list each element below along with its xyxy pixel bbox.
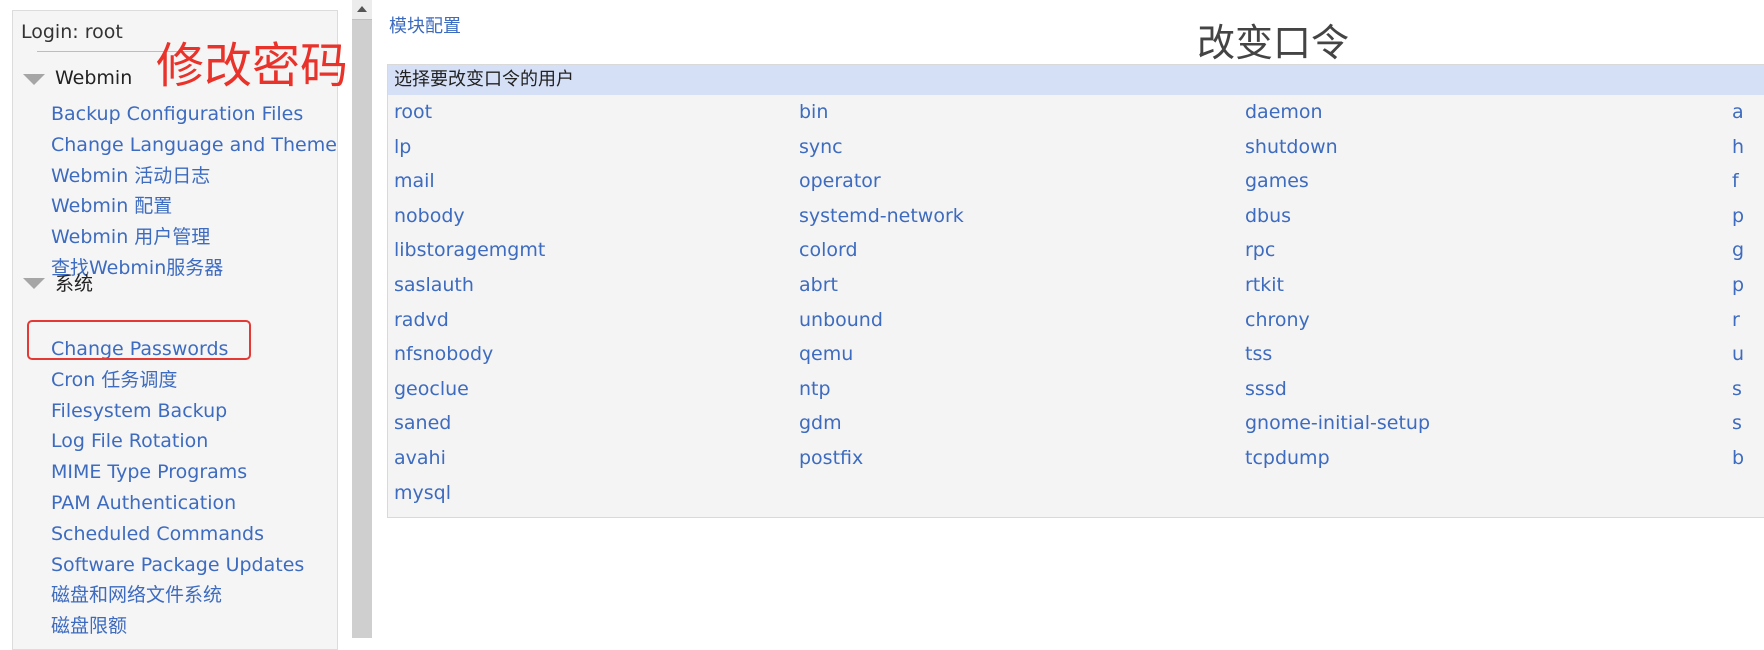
user-link-truncated[interactable]: g [1732,233,1744,268]
user-link-nobody[interactable]: nobody [394,199,465,234]
user-link-colord[interactable]: colord [799,233,858,268]
webmin-nav-list: Backup Configuration Files Change Languag… [51,99,337,284]
user-link-geoclue[interactable]: geoclue [394,372,469,407]
nav-item-item-9[interactable]: 磁盘限额 [51,611,304,642]
user-link-tss[interactable]: tss [1245,337,1272,372]
nav-item-webmin[interactable]: 查找Webmin服务器 [51,253,337,284]
user-link-truncated[interactable]: p [1732,268,1744,303]
user-link-truncated[interactable]: u [1732,337,1744,372]
user-link-bin[interactable]: bin [799,95,828,130]
user-link-qemu[interactable]: qemu [799,337,853,372]
module-config-link[interactable]: 模块配置 [389,12,461,38]
user-link-truncated[interactable]: s [1732,372,1742,407]
nav-item-change-language-and-theme[interactable]: Change Language and Theme [51,130,337,161]
collapse-triangle-icon [23,278,45,289]
user-link-truncated[interactable]: b [1732,441,1744,476]
user-link-saned[interactable]: saned [394,406,451,441]
user-link-saslauth[interactable]: saslauth [394,268,474,303]
section-title: 系统 [55,273,94,295]
user-link-mail[interactable]: mail [394,164,435,199]
system-nav-list: Change Passwords Cron 任务调度 Filesystem Back… [51,334,304,642]
user-link-lp[interactable]: lp [394,130,411,165]
user-link-games[interactable]: games [1245,164,1309,199]
nav-item-cron[interactable]: Cron 任务调度 [51,365,304,396]
user-link-dbus[interactable]: dbus [1245,199,1291,234]
user-link-tcpdump[interactable]: tcpdump [1245,441,1330,476]
nav-item-webmin[interactable]: Webmin 配置 [51,191,337,222]
login-label: Login: root [21,21,123,43]
nav-item-pam-authentication[interactable]: PAM Authentication [51,488,304,519]
user-link-libstoragemgmt[interactable]: libstoragemgmt [394,233,545,268]
nav-item-item-8[interactable]: 磁盘和网络文件系统 [51,580,304,611]
section-header-system[interactable]: 系统 [23,269,93,296]
user-link-rpc[interactable]: rpc [1245,233,1275,268]
table-header: 选择要改变口令的用户 [388,65,1764,95]
annotation-change-password: 修改密码 [156,38,349,94]
user-link-operator[interactable]: operator [799,164,881,199]
nav-item-log-file-rotation[interactable]: Log File Rotation [51,426,304,457]
nav-item-mime-type-programs[interactable]: MIME Type Programs [51,457,304,488]
page-title: 改变口令 [1197,21,1350,65]
user-link-unbound[interactable]: unbound [799,303,883,338]
user-link-truncated[interactable]: h [1732,130,1744,165]
user-link-ntp[interactable]: ntp [799,372,831,407]
user-link-abrt[interactable]: abrt [799,268,838,303]
user-link-root[interactable]: root [394,95,432,130]
user-link-truncated[interactable]: r [1732,303,1740,338]
user-link-gdm[interactable]: gdm [799,406,842,441]
nav-item-backup-configuration-files[interactable]: Backup Configuration Files [51,99,337,130]
user-table: 选择要改变口令的用户 root lp mail nobody libstoragemgm… [387,64,1764,518]
nav-item-software-package-updates[interactable]: Software Package Updates [51,550,304,581]
user-link-nfsnobody[interactable]: nfsnobody [394,337,493,372]
nav-item-webmin[interactable]: Webmin 活动日志 [51,161,337,192]
user-link-systemd-network[interactable]: systemd-network [799,199,964,234]
user-link-sync[interactable]: sync [799,130,843,165]
highlight-box-change-passwords [27,320,251,360]
user-link-gnome-initial-setup[interactable]: gnome-initial-setup [1245,406,1430,441]
section-header-webmin[interactable]: Webmin [23,67,132,89]
nav-item-scheduled-commands[interactable]: Scheduled Commands [51,519,304,550]
user-link-radvd[interactable]: radvd [394,303,449,338]
user-link-sssd[interactable]: sssd [1245,372,1287,407]
user-link-truncated[interactable]: a [1732,95,1744,130]
scroll-up-arrow-icon[interactable] [352,0,372,20]
user-link-avahi[interactable]: avahi [394,441,446,476]
section-title: Webmin [55,67,133,89]
user-link-mysql[interactable]: mysql [394,476,451,511]
user-link-truncated[interactable]: f [1732,164,1739,199]
user-link-daemon[interactable]: daemon [1245,95,1323,130]
collapse-triangle-icon [23,73,45,85]
user-link-chrony[interactable]: chrony [1245,303,1310,338]
user-link-truncated[interactable]: p [1732,199,1744,234]
user-link-postfix[interactable]: postfix [799,441,863,476]
user-link-rtkit[interactable]: rtkit [1245,268,1284,303]
nav-item-webmin[interactable]: Webmin 用户管理 [51,222,337,253]
user-link-shutdown[interactable]: shutdown [1245,130,1338,165]
nav-item-filesystem-backup[interactable]: Filesystem Backup [51,396,304,427]
user-link-truncated[interactable]: s [1732,406,1742,441]
vertical-scrollbar[interactable] [352,0,372,638]
